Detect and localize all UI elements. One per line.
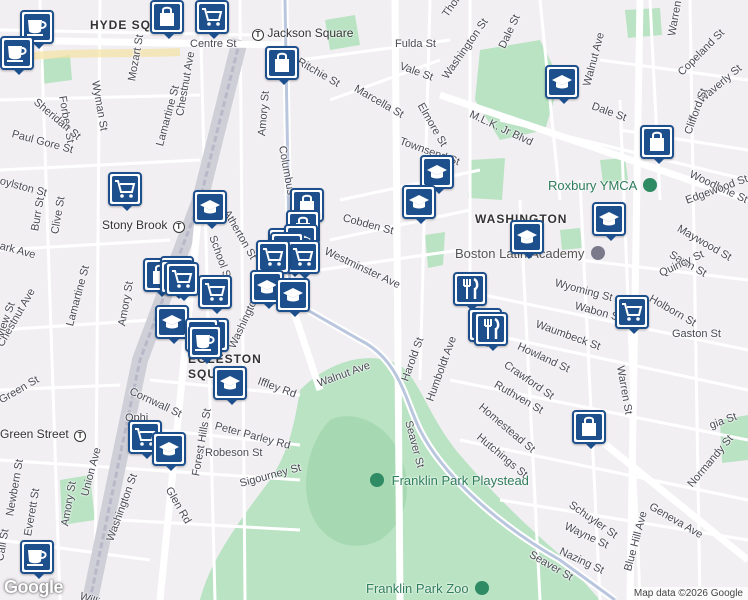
park-icon xyxy=(643,178,658,192)
map-marker-shopping-cart[interactable] xyxy=(108,172,142,211)
street-label-centre-st: Centre St xyxy=(190,38,237,50)
map-marker-shopping-cart[interactable] xyxy=(195,0,229,39)
poi-franklin-park-zoo-label: Franklin Park Zoo xyxy=(366,581,469,596)
map-attribution: Map data ©2026 Google xyxy=(628,587,748,600)
map-marker-shopping-cart[interactable] xyxy=(198,275,232,314)
map-marker-cafe[interactable] xyxy=(0,36,34,75)
transit-icon: T xyxy=(172,221,185,233)
zoo-icon xyxy=(475,581,490,595)
transit-icon: T xyxy=(74,430,87,442)
poi-green-street-label: Green Street xyxy=(0,427,69,441)
poi-franklin-park-playstead-label: Franklin Park Playstead xyxy=(391,473,529,488)
map-marker-school[interactable] xyxy=(510,220,544,259)
google-logo: Google xyxy=(4,577,64,597)
school-icon xyxy=(514,224,540,250)
park-west xyxy=(40,55,72,84)
school-icon xyxy=(596,206,622,232)
map-marker-school[interactable] xyxy=(402,185,436,224)
map-marker-school[interactable] xyxy=(155,305,189,344)
map-marker-shopping-cart[interactable] xyxy=(286,240,320,279)
map-marker-shopping-cart[interactable] xyxy=(165,262,199,301)
map-marker-shopping-cart[interactable] xyxy=(256,240,290,279)
map-marker-shopping-bag[interactable] xyxy=(572,410,606,449)
poi-green-street[interactable]: Green Street T xyxy=(0,427,87,442)
shopping-cart-icon xyxy=(619,299,645,325)
map-canvas[interactable]: HYDE SQ EGLESTON SQUARE WASHINGTON T Jac… xyxy=(0,0,748,600)
map-marker-school[interactable] xyxy=(213,366,247,405)
map-marker-school[interactable] xyxy=(592,202,626,241)
poi-franklin-park-zoo[interactable]: Franklin Park Zoo xyxy=(366,581,490,596)
shopping-cart-icon xyxy=(290,244,316,270)
shopping-cart-icon xyxy=(169,266,195,292)
street-label-robeson-st: Robeson St xyxy=(205,447,263,459)
shopping-bag-icon xyxy=(269,50,295,76)
map-marker-shopping-bag[interactable] xyxy=(640,125,674,164)
school-icon xyxy=(156,436,182,462)
map-marker-school[interactable] xyxy=(420,155,454,194)
map-marker-restaurant[interactable] xyxy=(453,272,487,311)
school-icon xyxy=(159,309,185,335)
park-icon xyxy=(370,473,384,487)
poi-jackson-square[interactable]: T Jackson Square xyxy=(250,26,353,41)
poi-stony-brook-label: Stony Brook xyxy=(102,218,168,232)
map-marker-cafe[interactable] xyxy=(188,325,222,364)
school-icon xyxy=(406,189,432,215)
shopping-bag-icon xyxy=(576,414,602,440)
restaurant-icon xyxy=(457,276,483,302)
map-marker-school[interactable] xyxy=(545,65,579,104)
school-icon xyxy=(217,370,243,396)
shopping-bag-icon xyxy=(644,129,670,155)
school-icon xyxy=(280,282,306,308)
map-marker-cafe[interactable] xyxy=(20,540,54,579)
shopping-cart-icon xyxy=(202,279,228,305)
poi-roxbury-ymca[interactable]: Roxbury YMCA xyxy=(548,178,658,193)
map-marker-shopping-bag[interactable] xyxy=(265,46,299,85)
map-marker-shopping-cart[interactable] xyxy=(615,295,649,334)
park-small-1 xyxy=(425,232,445,268)
map-marker-restaurant[interactable] xyxy=(474,312,508,351)
transit-icon: T xyxy=(252,29,264,41)
shopping-bag-icon xyxy=(154,4,180,30)
cafe-icon xyxy=(192,329,218,355)
map-marker-school[interactable] xyxy=(152,432,186,471)
shopping-cart-icon xyxy=(260,244,286,270)
poi-franklin-park-playstead[interactable]: Franklin Park Playstead xyxy=(370,473,529,488)
map-marker-school[interactable] xyxy=(276,278,310,317)
map-marker-shopping-bag[interactable] xyxy=(150,0,184,39)
shopping-cart-icon xyxy=(199,4,225,30)
poi-stony-brook[interactable]: Stony Brook T xyxy=(102,218,185,233)
park-topright xyxy=(625,8,662,38)
park-washington xyxy=(468,158,505,200)
school-icon xyxy=(197,194,223,220)
shopping-cart-icon xyxy=(112,176,138,202)
street-label-gaston-st: Gaston St xyxy=(672,328,721,340)
school-icon xyxy=(549,69,575,95)
restaurant-icon xyxy=(478,316,504,342)
map-marker-school[interactable] xyxy=(193,190,227,229)
neighborhood-hyde-square: HYDE SQ xyxy=(90,18,152,32)
poi-jackson-square-label: Jackson Square xyxy=(267,26,354,40)
cafe-icon xyxy=(4,40,30,66)
landmark-icon xyxy=(590,246,605,260)
cafe-icon xyxy=(24,544,50,570)
street-label-fulda-st: Fulda St xyxy=(395,38,436,50)
school-icon xyxy=(424,159,450,185)
poi-roxbury-ymca-label: Roxbury YMCA xyxy=(548,178,637,193)
